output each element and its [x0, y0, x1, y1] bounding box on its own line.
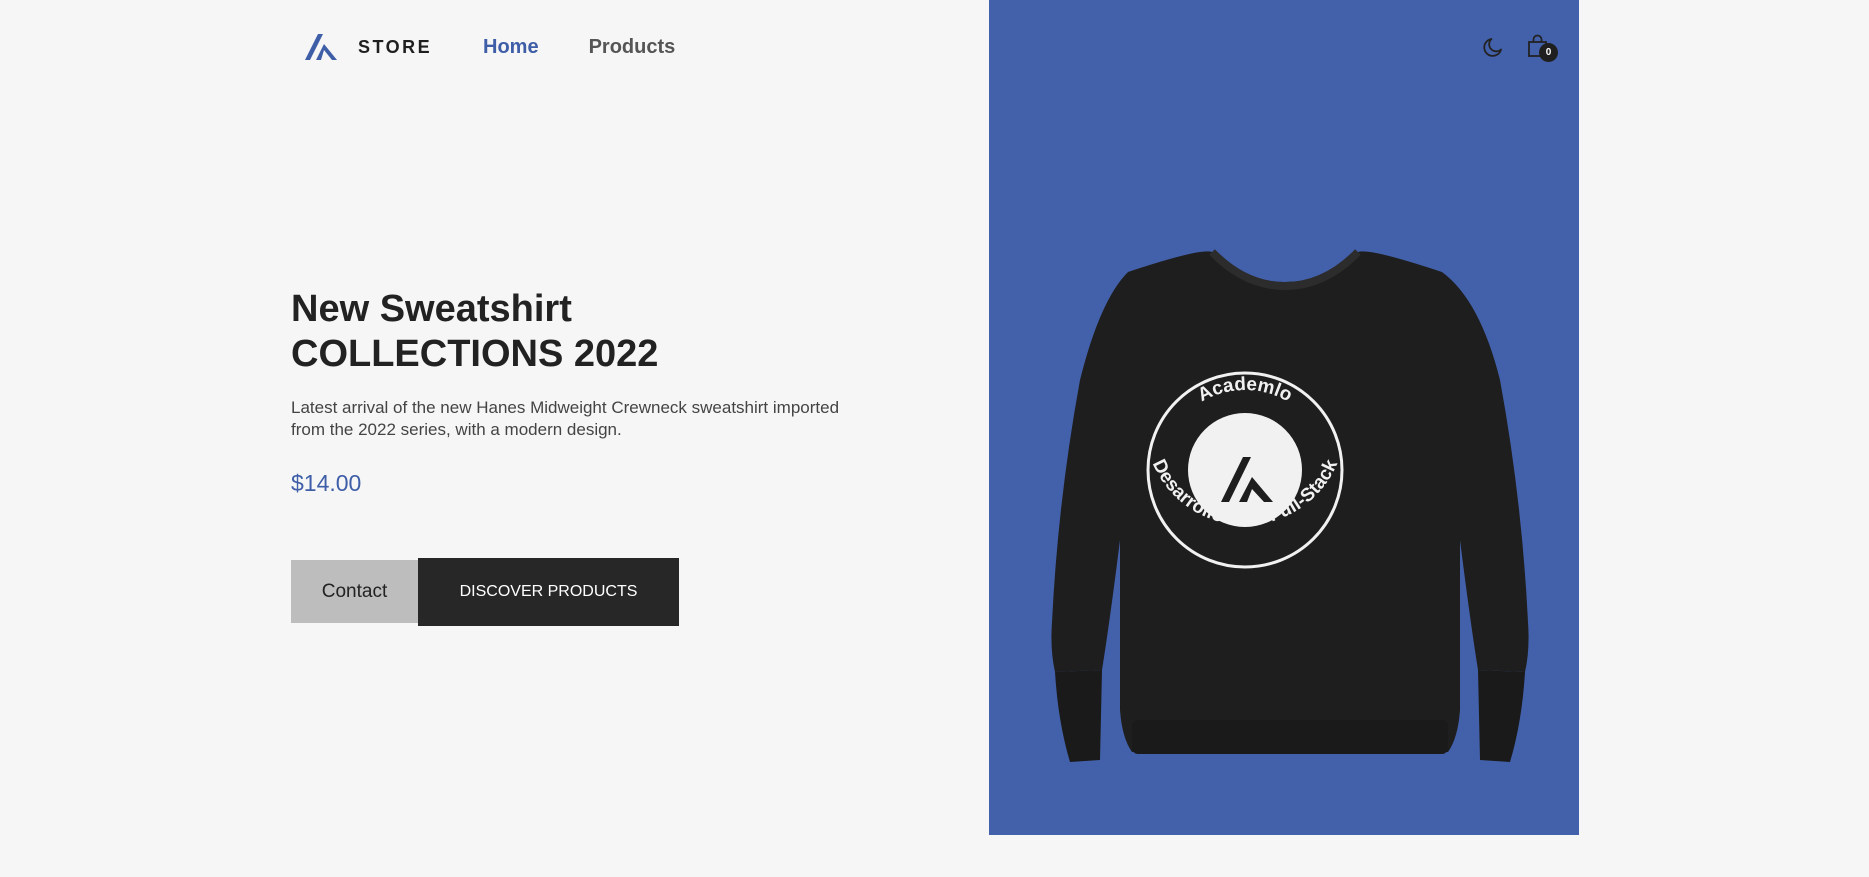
cart-count-badge: 0 [1539, 43, 1558, 62]
cart-button[interactable]: 0 [1527, 34, 1561, 64]
hero-title-line-2: COLLECTIONS 2022 [291, 333, 659, 375]
hero-description: Latest arrival of the new Hanes Midweigh… [291, 397, 911, 441]
brand-logo-link[interactable]: STORE [304, 33, 432, 61]
nav-link-home[interactable]: Home [483, 36, 539, 59]
page: STORE Home Products 0 New Sweatshirt COL… [0, 0, 1869, 877]
main-nav: Home Products [483, 36, 675, 59]
brand-name: STORE [358, 36, 433, 57]
product-price: $14.00 [291, 470, 362, 496]
discover-products-button[interactable]: DISCOVER PRODUCTS [418, 558, 679, 626]
hero-title: New Sweatshirt COLLECTIONS 2022 [291, 287, 658, 377]
nav-link-products[interactable]: Products [589, 36, 676, 59]
hero-title-line-1: New Sweatshirt [291, 288, 572, 330]
theme-toggle-button[interactable] [1481, 35, 1505, 59]
contact-button[interactable]: Contact [291, 560, 418, 623]
sweatshirt-product-image: Academlo Desarrollo Web Full-Stack [1051, 249, 1529, 762]
academlo-logo-icon [305, 34, 337, 60]
hero-description-line-1: Latest arrival of the new Hanes Midweigh… [291, 398, 840, 417]
moon-icon [1483, 38, 1502, 57]
hero-description-line-2: from the 2022 series, with a modern desi… [291, 420, 622, 439]
